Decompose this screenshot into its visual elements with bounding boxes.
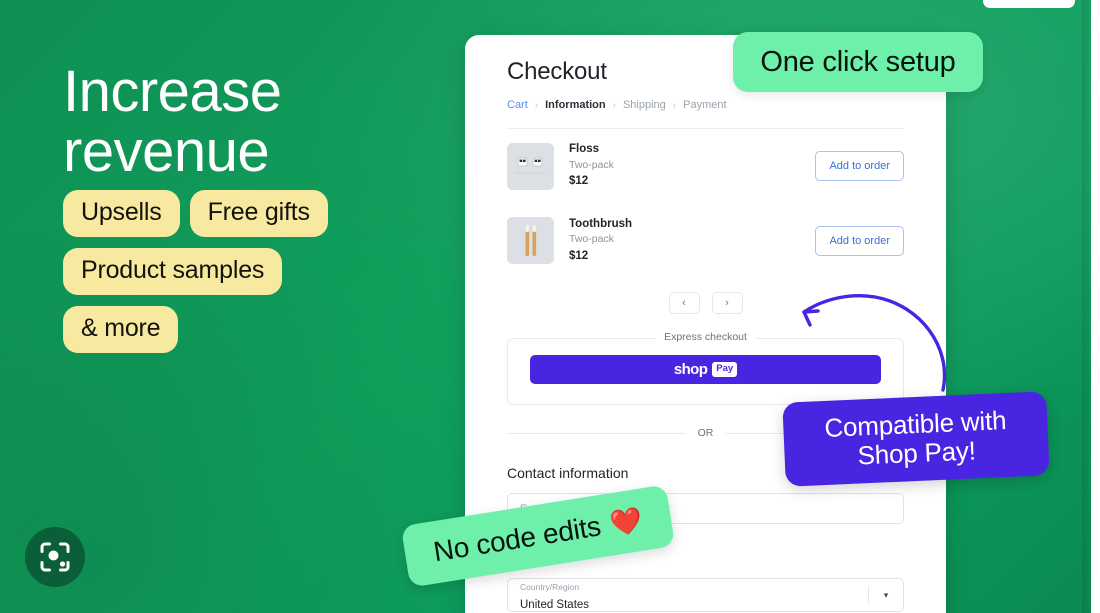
express-checkout-section: Express checkout shop Pay bbox=[507, 331, 904, 406]
breadcrumb-item-shipping[interactable]: Shipping bbox=[623, 99, 666, 111]
product-variant: Two-pack bbox=[569, 233, 614, 246]
contact-information-title: Contact information bbox=[507, 465, 629, 482]
express-checkout-label: Express checkout bbox=[655, 331, 756, 344]
pagination-prev-button[interactable]: ‹ bbox=[668, 292, 700, 315]
product-name: Floss bbox=[569, 143, 600, 155]
feature-pill-group: Upsells Free gifts Product samples & mor… bbox=[63, 190, 443, 364]
product-price: $12 bbox=[569, 175, 589, 188]
product-pagination: ‹ › bbox=[507, 292, 904, 315]
heart-icon: ❤️ bbox=[607, 504, 645, 540]
chevron-down-icon[interactable]: ▾ bbox=[869, 590, 903, 601]
callout-compatible-shop-pay: Compatible with Shop Pay! bbox=[782, 391, 1050, 487]
shop-pay-wordmark: shop bbox=[673, 361, 708, 379]
product-name: Toothbrush bbox=[569, 217, 633, 230]
breadcrumb: Cart › Information › Shipping › Payment bbox=[507, 99, 904, 111]
breadcrumb-separator: › bbox=[612, 99, 616, 111]
country-region-value: United States bbox=[520, 599, 590, 612]
breadcrumb-item-payment[interactable]: Payment bbox=[683, 99, 726, 111]
shop-pay-chip: Pay bbox=[712, 362, 738, 377]
feature-pill-row: Upsells Free gifts bbox=[63, 190, 443, 237]
product-row: Floss Two-pack $12 Add to order bbox=[507, 129, 904, 204]
promo-stage: Increase revenue Upsells Free gifts Prod… bbox=[0, 0, 1100, 613]
add-to-order-button-floss[interactable]: Add to order bbox=[815, 151, 904, 182]
product-price: $12 bbox=[569, 249, 589, 262]
breadcrumb-item-cart[interactable]: Cart bbox=[507, 99, 528, 111]
add-to-order-button-toothbrush[interactable]: Add to order bbox=[815, 225, 904, 256]
shop-pay-button[interactable]: shop Pay bbox=[530, 355, 881, 385]
toothbrush-thumbnail bbox=[507, 217, 554, 265]
country-region-stack: Country/Region United States bbox=[520, 577, 868, 613]
feature-pill-upsells: Upsells bbox=[63, 190, 180, 237]
country-region-label: Country/Region bbox=[520, 582, 580, 593]
breadcrumb-separator: › bbox=[534, 99, 539, 111]
panel-right-edge bbox=[1082, 0, 1091, 613]
product-row: Toothbrush Two-pack $12 Add to order bbox=[507, 204, 904, 279]
feature-pill-row: Product samples bbox=[63, 248, 443, 295]
page-title: Increase revenue bbox=[63, 59, 282, 185]
feature-pill-product-samples: Product samples bbox=[63, 248, 283, 295]
floss-icon bbox=[507, 142, 554, 190]
product-info: Toothbrush Two-pack $12 bbox=[569, 217, 815, 266]
feature-pill-row: & more bbox=[63, 306, 443, 353]
floss-thumbnail bbox=[507, 142, 554, 190]
top-white-chip bbox=[983, 0, 1075, 8]
toothbrush-icon bbox=[507, 217, 554, 265]
feature-pill-more: & more bbox=[63, 306, 179, 353]
country-region-select[interactable]: Country/Region United States ▾ bbox=[507, 577, 904, 613]
product-variant: Two-pack bbox=[569, 158, 614, 171]
breadcrumb-item-information[interactable]: Information bbox=[545, 99, 606, 111]
callout-one-click-setup: One click setup bbox=[733, 32, 983, 92]
product-info: Floss Two-pack $12 bbox=[569, 142, 815, 191]
feature-pill-free-gifts: Free gifts bbox=[189, 190, 328, 237]
scan-lens-badge[interactable] bbox=[25, 527, 85, 587]
callout-no-code-text: No code edits bbox=[431, 510, 603, 568]
pagination-next-button[interactable]: › bbox=[711, 292, 743, 315]
breadcrumb-separator: › bbox=[672, 99, 677, 111]
scan-lens-icon bbox=[40, 542, 70, 572]
